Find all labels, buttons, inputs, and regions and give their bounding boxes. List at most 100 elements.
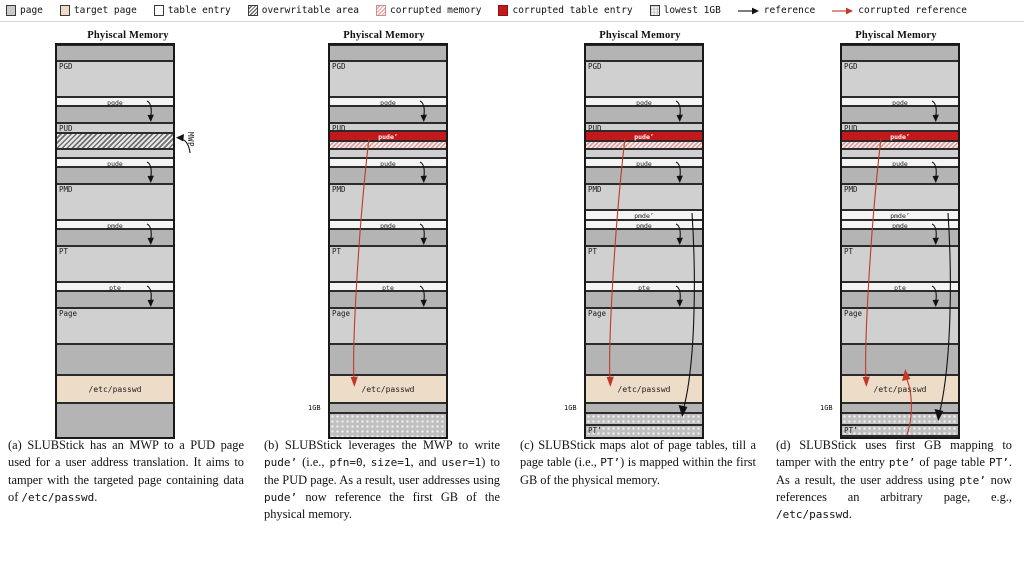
memory-row-pmde-prime-entry: pmde’: [586, 210, 702, 220]
caption-text: SLUBStick maps alot of page tables, till…: [520, 438, 756, 487]
memory-row-pmd: PMD: [330, 184, 446, 220]
legend-item-corrupted-reference: corrupted reference: [832, 5, 967, 16]
memory-row-gap4: [842, 291, 958, 308]
memory-row-gap1: [586, 106, 702, 123]
memory-row-page: Page: [57, 308, 173, 344]
memory-row-pt: PT: [57, 246, 173, 282]
memory-row-page: Page: [586, 308, 702, 344]
memory-row-pud-overwritable: [57, 133, 173, 149]
memory-row-corrupted-pude-entry: pude’: [586, 131, 702, 141]
memory-row-pre-1gb: [330, 403, 446, 413]
entry-label-corrupted-pude: pude’: [378, 133, 398, 141]
memory-row-gap4: [57, 291, 173, 308]
caption-d: (d) SLUBStick uses first GB mapping to t…: [776, 437, 1012, 523]
one-gb-boundary-label: 1GB: [308, 404, 321, 412]
target-page-swatch-icon: [59, 5, 70, 16]
memory-row-corrupted-memory: [842, 141, 958, 149]
table-entry-swatch-icon: [153, 5, 164, 16]
caption-text: SLUBStick has an MWP to a PUD page used …: [8, 438, 244, 504]
row-label-pgd: PGD: [332, 62, 346, 71]
figure-panel-c: Phyiscal Memory PGD pgde PUD pude’ pude …: [512, 22, 768, 574]
row-label-page: Page: [588, 309, 607, 318]
memory-row-pud: PUD: [842, 123, 958, 133]
row-label-pmd: PMD: [332, 185, 346, 194]
memory-row-pmd: PMD: [586, 184, 702, 210]
memory-row-pud-rest: [842, 149, 958, 158]
physical-memory-column: PGD pgde PUD pude’ pude PMD pmde PT pte: [328, 43, 448, 439]
physical-memory-column: PGD pgde PUD pude’ pude PMD pmde’ pmde P…: [584, 43, 704, 439]
memory-row-pud: PUD: [57, 123, 173, 133]
caption-tag: (b): [264, 438, 279, 452]
memory-row-gap3: [330, 229, 446, 246]
memory-row-pre-1gb: [842, 403, 958, 413]
memory-row-pt: PT: [842, 246, 958, 282]
memory-row-pude-entry: pude: [57, 158, 173, 168]
memory-row-lowest-1gb-top: [586, 413, 702, 425]
memory-row-bottom: [57, 403, 173, 437]
caption-c: (c) SLUBStick maps alot of page tables, …: [520, 437, 756, 489]
memory-row-pmde-entry: pmde: [842, 220, 958, 230]
target-page-label: /etc/passwd: [88, 385, 142, 394]
memory-row-pgd: PGD: [842, 61, 958, 97]
caption-tag: (c): [520, 438, 534, 452]
legend-label: page: [20, 5, 43, 16]
page-swatch-icon: [6, 5, 16, 16]
legend-label: lowest 1GB: [663, 5, 721, 16]
legend-item-table-entry: table entry: [153, 5, 231, 16]
memory-row-pmde-entry: pmde: [57, 220, 173, 230]
memory-row-gap2: [842, 167, 958, 184]
memory-row-pgde-entry: pgde: [57, 97, 173, 107]
memory-row-pgde-entry: pgde: [842, 97, 958, 107]
memory-row-pt: PT: [330, 246, 446, 282]
memory-row-pte-entry: pte: [586, 282, 702, 292]
memory-row-gap5: [842, 344, 958, 375]
memory-row-corrupted-pude-entry: pude’: [842, 131, 958, 141]
legend-label: table entry: [167, 5, 231, 16]
memory-row-pmde-entry: pmde: [586, 220, 702, 230]
memory-row-gap3: [842, 229, 958, 246]
memory-row-target-page: /etc/passwd: [57, 375, 173, 403]
memory-row-pte-entry: pte: [330, 282, 446, 292]
row-label-pt: PT: [59, 247, 69, 256]
legend-item-page: page: [6, 5, 43, 16]
panel-title: Phyiscal Memory: [599, 30, 681, 41]
memory-row-pmd: PMD: [842, 184, 958, 210]
memory-row-target-page: /etc/passwd: [330, 375, 446, 403]
memory-row-pud: PUD: [586, 123, 702, 133]
reference-arrow-icon: [737, 6, 760, 16]
memory-row-corrupted-memory: [330, 141, 446, 149]
mwp-annotation-label: MWP: [186, 132, 195, 148]
memory-row-top: [586, 45, 702, 61]
corrupted-memory-swatch-icon: [375, 5, 386, 16]
legend-item-lowest-1gb: lowest 1GB: [649, 5, 721, 16]
memory-row-pgd: PGD: [586, 61, 702, 97]
memory-row-gap5: [57, 344, 173, 375]
legend-item-corrupted-memory: corrupted memory: [375, 5, 481, 16]
caption-tag: (a): [8, 438, 22, 452]
corrupted-table-entry-swatch-icon: [498, 5, 509, 16]
legend-item-corrupted-table-entry: corrupted table entry: [498, 5, 633, 16]
legend-item-reference: reference: [737, 5, 816, 16]
panel-title: Phyiscal Memory: [87, 30, 169, 41]
memory-row-target-page: /etc/passwd: [842, 375, 958, 403]
memory-row-top: [842, 45, 958, 61]
row-label-pt: PT: [844, 247, 854, 256]
row-label-pgd: PGD: [588, 62, 602, 71]
legend-label: reference: [763, 5, 816, 16]
memory-row-pud: PUD: [330, 123, 446, 133]
target-page-label: /etc/passwd: [873, 385, 927, 394]
memory-row-page: Page: [842, 308, 958, 344]
panel-title: Phyiscal Memory: [343, 30, 425, 41]
memory-row-gap1: [842, 106, 958, 123]
memory-row-target-page: /etc/passwd: [586, 375, 702, 403]
memory-row-gap2: [586, 167, 702, 184]
row-label-page: Page: [332, 309, 351, 318]
memory-row-corrupted-memory: [586, 141, 702, 149]
target-page-label: /etc/passwd: [617, 385, 671, 394]
corrupted-reference-arrow-icon: [832, 6, 854, 16]
legend-item-overwritable-area: overwritable area: [247, 5, 359, 16]
overwritable-area-swatch-icon: [247, 5, 258, 16]
memory-row-top: [57, 45, 173, 61]
entry-label-pmde-prime: pmde’: [890, 212, 910, 220]
memory-row-pgd: PGD: [57, 61, 173, 97]
